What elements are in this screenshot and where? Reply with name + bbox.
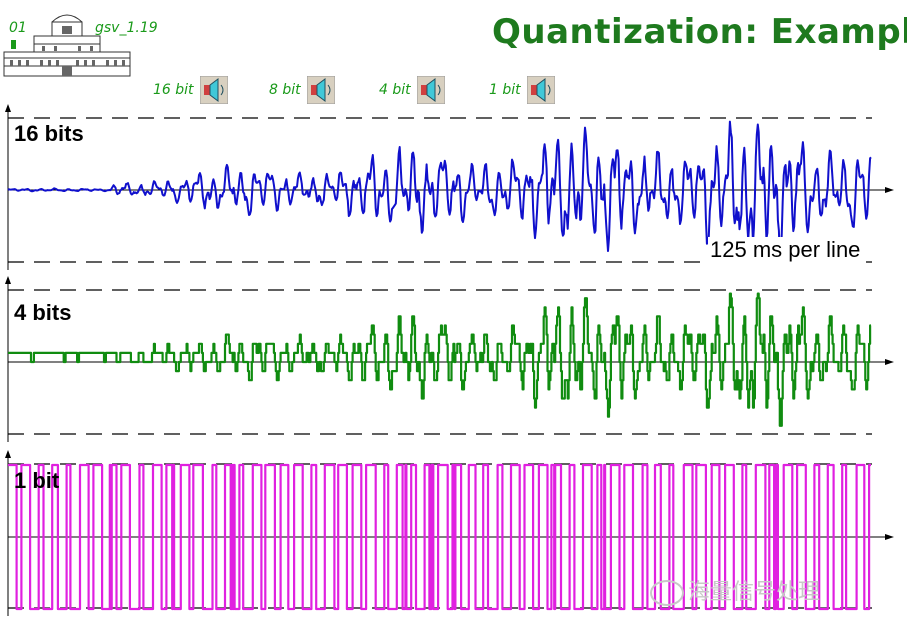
waveform-panels xyxy=(5,104,894,616)
time-axis-arrow xyxy=(885,187,894,193)
wechat-icon xyxy=(650,580,684,607)
y-axis-arrow xyxy=(5,104,11,112)
y-axis-arrow xyxy=(5,450,11,458)
y-axis-arrow xyxy=(5,276,11,284)
panel-label-4bits: 4 bits xyxy=(14,300,72,325)
time-axis-arrow xyxy=(885,359,894,365)
panel-label-16bits: 16 bits xyxy=(14,121,84,146)
watermark: 海量信号处理 xyxy=(650,574,820,607)
time-axis-arrow xyxy=(885,534,894,540)
panel-label-1bit: 1 bit xyxy=(14,468,60,493)
waveform-trace xyxy=(7,292,872,427)
time-scale-annotation: 125 ms per line xyxy=(708,237,863,263)
